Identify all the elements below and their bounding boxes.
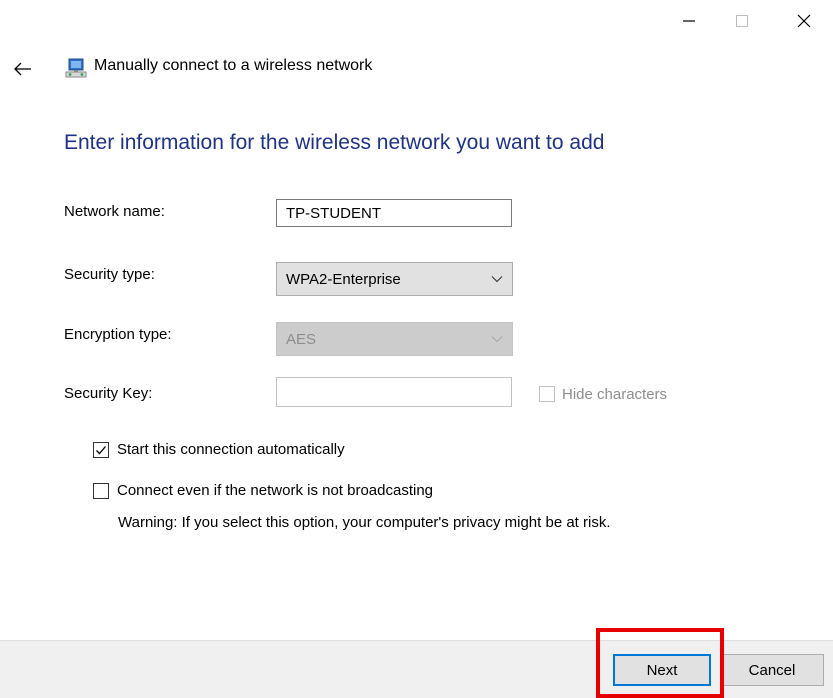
maximize-icon xyxy=(736,15,748,27)
network-name-label: Network name: xyxy=(64,203,165,220)
minimize-icon xyxy=(683,20,695,22)
close-button[interactable] xyxy=(781,0,827,42)
back-button[interactable] xyxy=(10,56,36,82)
page-heading: Enter information for the wireless netwo… xyxy=(64,131,605,154)
hide-characters-checkbox xyxy=(539,386,555,402)
security-type-select[interactable]: WPA2-Enterprise xyxy=(276,262,513,296)
network-icon xyxy=(64,56,88,80)
hide-characters-label: Hide characters xyxy=(562,386,668,403)
close-icon xyxy=(797,14,811,28)
connect-not-broadcasting-checkbox[interactable] xyxy=(93,483,109,499)
security-key-input[interactable] xyxy=(276,377,512,407)
window-title: Manually connect to a wireless network xyxy=(94,57,373,74)
chevron-down-icon xyxy=(491,276,503,283)
security-key-label: Security Key: xyxy=(64,385,153,402)
start-automatically-checkbox[interactable] xyxy=(93,442,109,458)
privacy-warning: Warning: If you select this option, your… xyxy=(118,514,611,531)
cancel-button[interactable]: Cancel xyxy=(720,654,824,686)
arrow-left-icon xyxy=(14,62,31,76)
security-type-label: Security type: xyxy=(64,266,155,283)
encryption-type-select: AES xyxy=(276,322,513,356)
network-name-input[interactable] xyxy=(276,199,512,227)
start-automatically-label[interactable]: Start this connection automatically xyxy=(117,441,345,458)
encryption-type-label: Encryption type: xyxy=(64,326,172,343)
maximize-button[interactable] xyxy=(719,0,765,42)
encryption-type-value: AES xyxy=(286,330,317,348)
connect-not-broadcasting-label[interactable]: Connect even if the network is not broad… xyxy=(117,482,433,499)
minimize-button[interactable] xyxy=(666,0,712,42)
checkmark-icon xyxy=(96,446,106,455)
security-type-value: WPA2-Enterprise xyxy=(286,270,401,288)
chevron-down-icon xyxy=(491,336,503,343)
next-button[interactable]: Next xyxy=(613,654,711,686)
